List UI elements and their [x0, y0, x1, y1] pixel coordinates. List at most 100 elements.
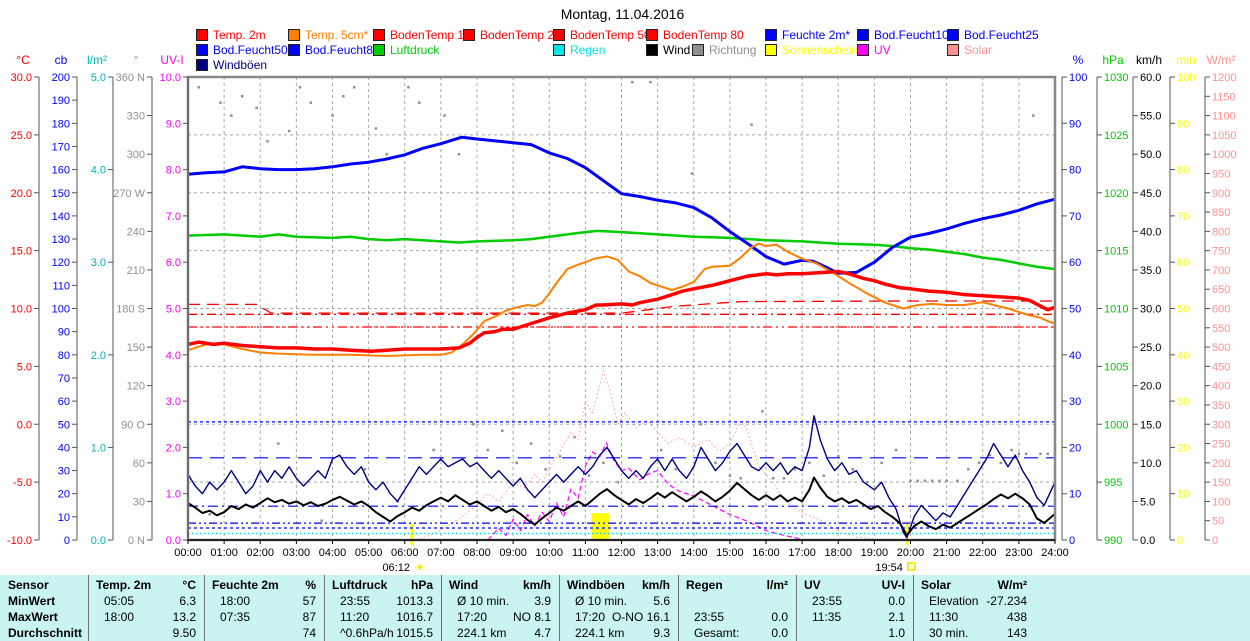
axis-label: 20.0	[11, 188, 32, 200]
axis-min: 1009080706050403020100min	[1170, 53, 1196, 547]
axis-label: 170	[52, 141, 70, 153]
axis-label: 3.0	[91, 257, 106, 269]
axis-label: -10.0	[7, 535, 32, 547]
table-value-cell: 438	[913, 610, 1027, 625]
axis-label: 07:00	[427, 547, 455, 559]
axis-label: 60	[133, 458, 145, 470]
axis-label: 25.0	[11, 130, 32, 142]
axis-label: 120	[52, 257, 70, 269]
axis-label: 110	[52, 280, 70, 292]
direction-dot	[1000, 462, 1003, 465]
axis-label: 180 S	[116, 304, 145, 316]
axis-label: 360 N	[116, 72, 145, 84]
axis-label: 1000	[1212, 149, 1236, 161]
table-group-unit: hPa	[324, 578, 433, 593]
direction-dot	[660, 449, 663, 452]
axis-label: 30	[133, 496, 145, 508]
direction-dot	[544, 468, 547, 471]
axis-label: 180	[52, 118, 70, 130]
sunshine-block	[592, 513, 609, 540]
axis-label: 90	[58, 327, 70, 339]
axis-label: 20	[1177, 442, 1189, 454]
direction-dot	[277, 442, 280, 445]
axis-label: 1030	[1104, 72, 1128, 84]
axis-label: 45.0	[1140, 188, 1161, 200]
axis-label: 14:00	[680, 547, 708, 559]
axis-label: 950	[1212, 168, 1230, 180]
axis-label: 1200	[1212, 72, 1236, 84]
axis-label: 00:00	[174, 547, 202, 559]
direction-dot	[909, 480, 912, 483]
table-value-cell: -27.234	[913, 594, 1027, 609]
direction-dot	[895, 449, 898, 452]
axis-label: 2.0	[91, 350, 106, 362]
axis-label: 70	[58, 373, 70, 385]
axis-label: 210	[127, 265, 145, 277]
axis-pct: 1009080706050403020100%	[1062, 53, 1087, 547]
axis-label: 100	[1212, 496, 1230, 508]
direction-dot	[515, 462, 518, 465]
direction-dot	[375, 127, 378, 130]
axis-label: 20	[1069, 442, 1081, 454]
table-value-cell: 1016.7	[324, 610, 433, 625]
axis-label: °	[134, 53, 139, 67]
axis-label: 05:00	[355, 547, 383, 559]
direction-dot	[385, 153, 388, 156]
direction-dot	[631, 81, 634, 84]
axis-wm2: 1200115011001050100095090085080075070065…	[1205, 53, 1236, 547]
axis-label: 900	[1212, 188, 1230, 200]
axis-dir: 360 N330300270 W240210180 S15012090 O603…	[113, 53, 152, 547]
axis-label: 100	[52, 304, 70, 316]
axis-label: 30	[1177, 396, 1189, 408]
direction-dot	[851, 468, 854, 471]
axis-kmh: 60.055.050.045.040.035.030.025.020.015.0…	[1133, 53, 1162, 547]
axis-label: 10	[58, 512, 70, 524]
table-group-unit: W/m²	[913, 578, 1027, 593]
axis-label: 0.0	[17, 419, 32, 431]
direction-dot	[208, 513, 211, 516]
axis-label: 150	[1212, 477, 1230, 489]
weather-chart: 30.025.020.015.010.05.00.0-5.0-10.0°C200…	[0, 0, 1250, 575]
axis-label: °C	[16, 53, 30, 67]
axis-hpa: 1030102510201015101010051000995990hPa	[1097, 53, 1128, 547]
table-group-unit: l/m²	[678, 578, 788, 593]
direction-dot	[1025, 453, 1028, 456]
direction-dot	[938, 480, 941, 483]
axis-label: 1.0	[91, 442, 106, 454]
axis-cb: 2001901801701601501401301201101009080706…	[52, 53, 77, 547]
axis-label: 60.0	[1140, 72, 1161, 84]
axis-label: 10	[1177, 489, 1189, 501]
axis-label: 90	[1069, 118, 1081, 130]
direction-dot	[255, 107, 258, 110]
table-value-cell: 2.1	[796, 610, 905, 625]
axis-label: 1100	[1212, 111, 1236, 123]
axis-label: km/h	[1136, 53, 1162, 67]
axis-label: 250	[1212, 439, 1230, 451]
axis-label: 0	[1212, 535, 1218, 547]
axis-label: 10	[1069, 489, 1081, 501]
direction-dot	[1047, 453, 1050, 456]
direction-dot	[691, 172, 694, 175]
axis-label: 70	[1177, 211, 1189, 223]
series-uv	[488, 443, 806, 540]
axis-label: 10.0	[1140, 458, 1161, 470]
direction-dot	[364, 468, 367, 471]
table-value-cell: 6.3	[88, 594, 196, 609]
direction-dot	[674, 468, 677, 471]
direction-dot	[1018, 453, 1021, 456]
axis-label: 15:00	[716, 547, 744, 559]
axis-label: 60	[58, 396, 70, 408]
axis-label: 16:00	[752, 547, 780, 559]
direction-dot	[407, 86, 410, 89]
axis-label: 19:54	[875, 562, 903, 574]
axis-label: 650	[1212, 284, 1230, 296]
direction-dot	[266, 140, 269, 143]
axis-label: -5.0	[13, 477, 32, 489]
axis-label: cb	[55, 53, 68, 67]
direction-dot	[739, 477, 742, 480]
axis-label: 12:00	[608, 547, 636, 559]
axis-label: 0	[64, 535, 70, 547]
axis-label: 03:00	[283, 547, 311, 559]
axis-label: 60	[1069, 257, 1081, 269]
axis-label: 60	[1177, 257, 1189, 269]
